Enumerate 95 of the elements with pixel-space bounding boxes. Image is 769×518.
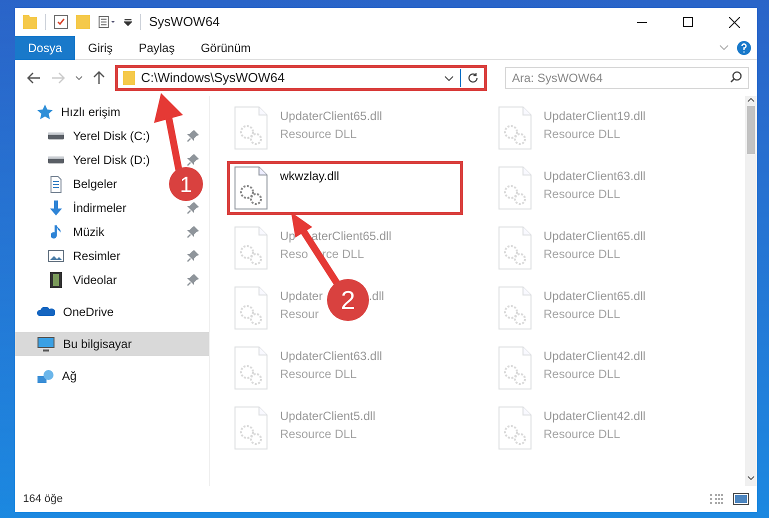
sidebar-item[interactable]: OneDrive xyxy=(63,303,114,321)
search-icon[interactable] xyxy=(730,71,742,83)
star-icon xyxy=(37,104,53,120)
file-gears-icon xyxy=(234,406,268,450)
file-gears-icon xyxy=(498,226,532,270)
film-icon xyxy=(50,272,62,288)
large-icons-view-icon[interactable] xyxy=(733,493,749,505)
file-type: Resource DLL xyxy=(280,426,358,443)
network-icon xyxy=(37,370,54,382)
sidebar-item[interactable]: Hızlı erişim xyxy=(61,103,120,121)
file-name: aterClient65.dll xyxy=(311,228,392,245)
file-type: Resource DLL xyxy=(544,366,622,383)
picture-icon xyxy=(48,250,64,262)
ribbon-tab[interactable]: Paylaş xyxy=(126,36,188,60)
sidebar-item[interactable]: Resimler xyxy=(73,247,120,265)
pin-icon[interactable] xyxy=(187,202,199,214)
file-type: Resource DLL xyxy=(544,426,622,443)
sidebar-item[interactable]: Müzik xyxy=(73,223,104,241)
drive-icon xyxy=(48,132,64,140)
file-gears-icon xyxy=(498,166,532,210)
properties-icon[interactable] xyxy=(98,16,116,28)
sidebar-item[interactable]: Belgeler xyxy=(73,175,118,193)
sidebar-item[interactable]: Yerel Disk (D:) xyxy=(73,151,150,169)
file-type: Resource DLL xyxy=(544,306,622,323)
sidebar-item[interactable]: İndirmeler xyxy=(73,199,126,217)
up-arrow-icon[interactable] xyxy=(93,71,105,85)
pin-icon[interactable] xyxy=(187,130,199,142)
dropdown-icon[interactable] xyxy=(124,18,132,26)
file-type: rce DLL xyxy=(322,246,364,263)
chevron-down-icon[interactable] xyxy=(444,76,454,80)
music-note-icon xyxy=(51,224,61,240)
folder-icon xyxy=(123,71,135,85)
window-title: SysWOW64 xyxy=(149,13,220,32)
down-arrow-icon xyxy=(49,200,63,216)
file-name: Up xyxy=(280,228,296,245)
file-name: UpdaterClient63.dll xyxy=(280,348,382,365)
help-icon[interactable] xyxy=(737,40,751,54)
close-icon xyxy=(728,16,740,28)
file-name: UpdaterClient5.dll xyxy=(280,408,376,425)
scrollbar[interactable] xyxy=(745,96,757,486)
file-gears-icon xyxy=(498,106,532,150)
file-name: wkwzlay.dll xyxy=(280,168,340,185)
address-field[interactable]: C:\Windows\SysWOW64 xyxy=(115,65,487,91)
file-type: Resource DLL xyxy=(544,186,622,203)
cloud-icon xyxy=(37,307,55,317)
search-field[interactable]: Ara: SysWOW64 xyxy=(505,67,749,89)
monitor-icon xyxy=(37,336,55,352)
file-name: UpdaterClient63.dll xyxy=(544,168,646,185)
chevron-down-icon[interactable] xyxy=(75,76,83,80)
scroll-up-icon[interactable] xyxy=(747,98,755,102)
ribbon-tab[interactable]: Görünüm xyxy=(188,36,264,60)
file-type: Resource DLL xyxy=(280,366,358,383)
pin-icon[interactable] xyxy=(187,274,199,286)
address-path: C:\Windows\SysWOW64 xyxy=(141,69,286,88)
file-type: Reso xyxy=(280,246,308,263)
scrollbar-thumb[interactable] xyxy=(747,106,755,154)
scroll-down-icon[interactable] xyxy=(747,476,755,480)
file-name: Updater xyxy=(280,288,323,305)
item-count: 164 öğe xyxy=(23,492,63,507)
file-type: Resource DLL xyxy=(544,246,622,263)
document-icon xyxy=(50,176,62,192)
refresh-icon[interactable] xyxy=(467,72,479,84)
selection-frame[interactable]: wkwzlay.dll xyxy=(227,161,463,215)
sidebar-item[interactable]: Bu bilgisayar xyxy=(15,332,209,356)
file-type: Resource DLL xyxy=(544,126,622,143)
file-name: UpdaterClient65.dll xyxy=(544,288,646,305)
file-gears-icon xyxy=(498,406,532,450)
file-name: UpdaterClient65.dll xyxy=(544,228,646,245)
file-name: UpdaterClient65.dll xyxy=(280,108,382,125)
file-name: .dll xyxy=(368,288,384,305)
checkmark-icon[interactable] xyxy=(54,15,68,29)
file-gears-icon xyxy=(234,346,268,390)
pin-icon[interactable] xyxy=(187,250,199,262)
maximize-icon xyxy=(683,17,693,27)
file-gears-icon xyxy=(234,286,268,330)
ribbon-tab[interactable]: Giriş xyxy=(75,36,126,60)
back-arrow-icon[interactable] xyxy=(27,72,41,84)
pin-icon[interactable] xyxy=(187,226,199,238)
file-name: UpdaterClient19.dll xyxy=(544,108,646,125)
file-gears-icon xyxy=(498,286,532,330)
sidebar-item[interactable]: Videolar xyxy=(73,271,117,289)
drive-icon xyxy=(48,156,64,164)
file-name: UpdaterClient42.dll xyxy=(544,348,646,365)
file-type: Resour xyxy=(280,306,319,323)
file-name: UpdaterClient42.dll xyxy=(544,408,646,425)
file-gears-icon xyxy=(234,166,268,210)
file-gears-icon xyxy=(234,226,268,270)
ribbon-tab[interactable]: Dosya xyxy=(15,36,76,60)
pin-icon[interactable] xyxy=(187,154,199,166)
details-view-icon[interactable] xyxy=(709,494,725,504)
file-gears-icon xyxy=(234,106,268,150)
file-gears-icon xyxy=(498,346,532,390)
sidebar-item[interactable]: Yerel Disk (C:) xyxy=(73,127,150,145)
file-type: Resource DLL xyxy=(280,126,358,143)
sidebar-item[interactable]: Ağ xyxy=(62,367,77,385)
